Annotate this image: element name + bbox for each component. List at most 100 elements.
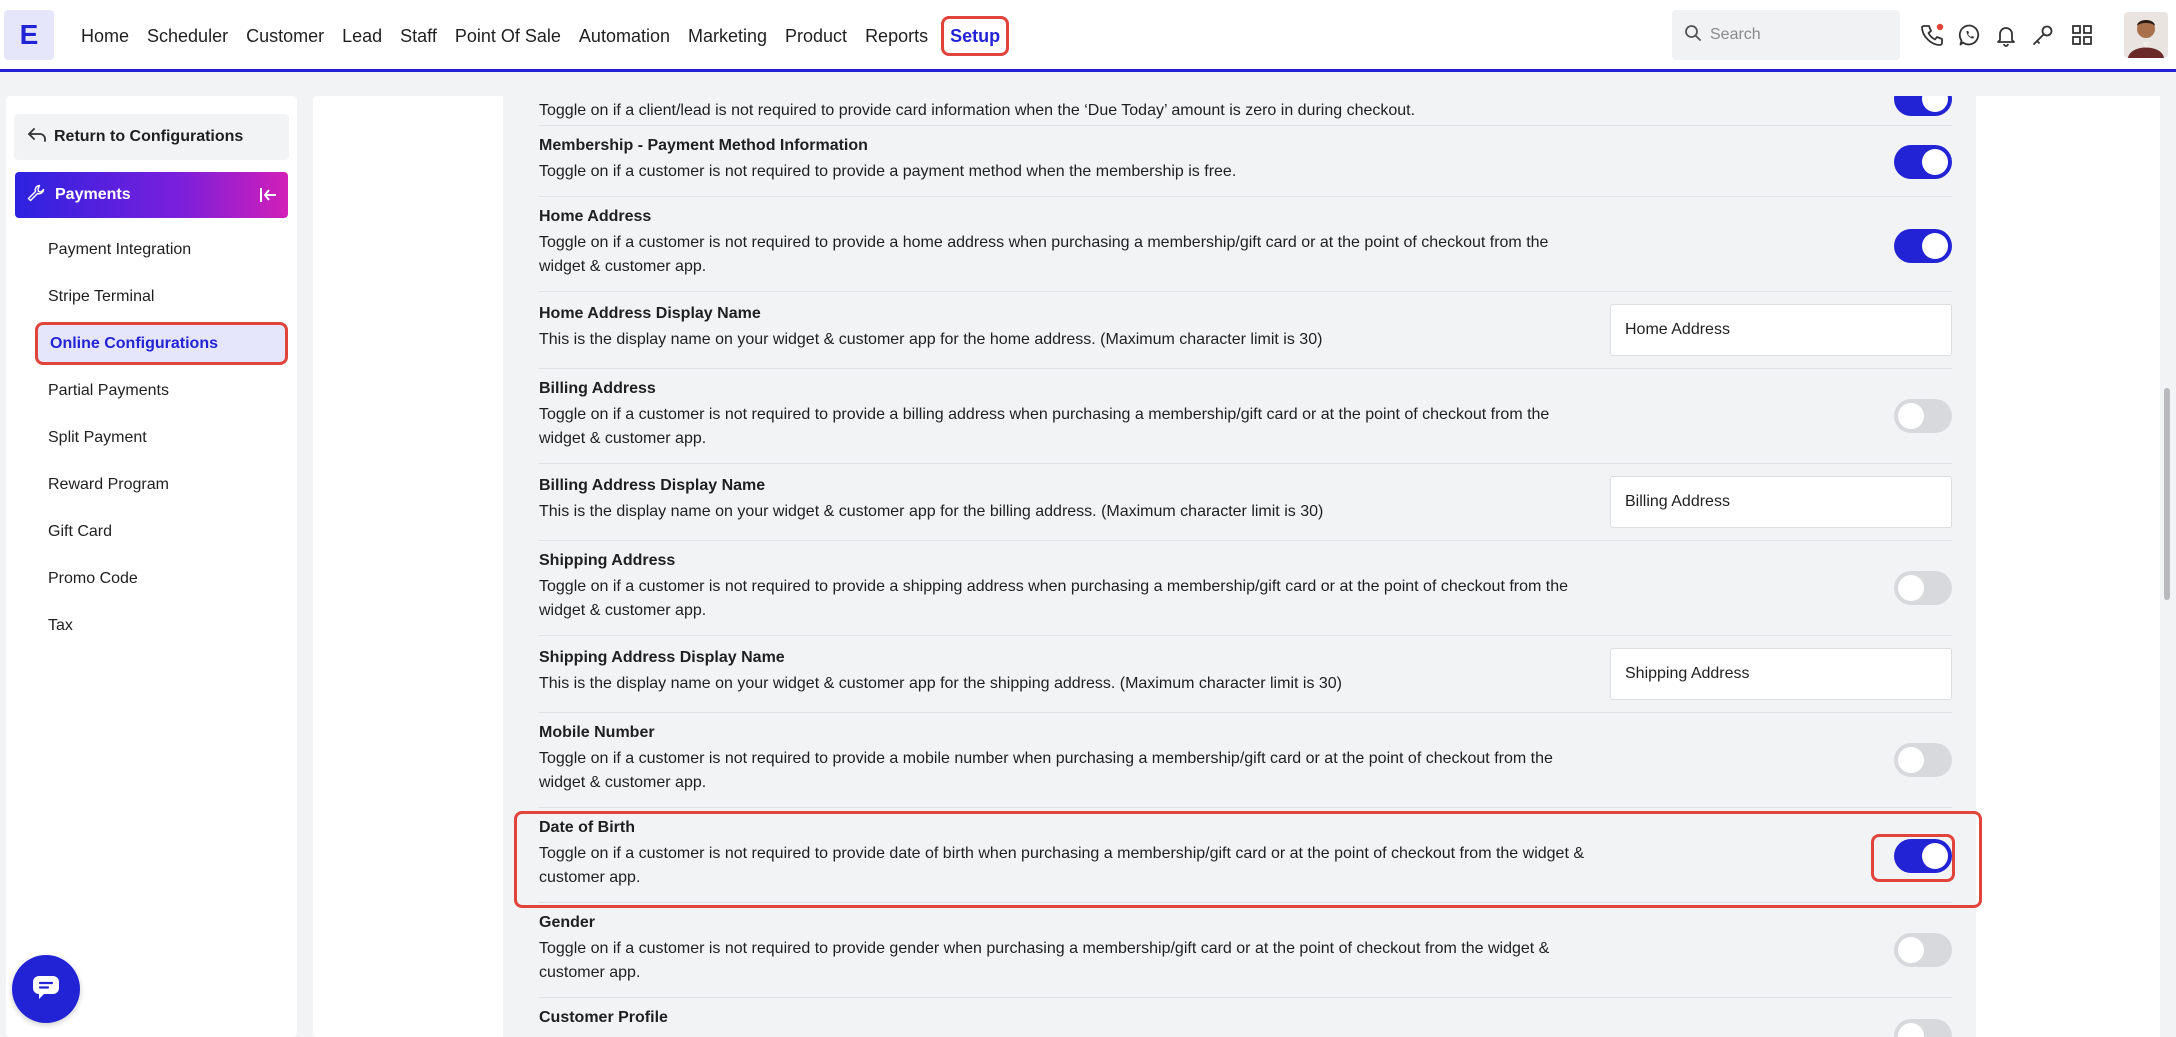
shipping-address-display-name-input[interactable] bbox=[1610, 648, 1952, 700]
setting-title: Billing Address bbox=[539, 380, 656, 397]
wrench-icon bbox=[27, 184, 45, 207]
scrollbar-thumb[interactable] bbox=[2164, 388, 2170, 600]
setting-desc: This is the display name on your widget … bbox=[539, 503, 1324, 520]
main-content: Toggle on if a client/lead is not requir… bbox=[313, 96, 2167, 1037]
setting-desc: This is the display name on your widget … bbox=[539, 331, 1323, 348]
nav-staff[interactable]: Staff bbox=[391, 16, 446, 56]
nav-setup[interactable]: Setup bbox=[941, 16, 1010, 56]
sidebar-item-split-payment[interactable]: Split Payment bbox=[6, 414, 297, 461]
setting-title: Billing Address Display Name bbox=[539, 477, 766, 494]
app-logo[interactable]: E bbox=[4, 10, 54, 60]
nav-automation[interactable]: Automation bbox=[570, 16, 679, 56]
return-to-configurations-button[interactable]: Return to Configurations bbox=[14, 114, 289, 160]
nav-marketing[interactable]: Marketing bbox=[679, 16, 776, 56]
user-avatar[interactable] bbox=[2124, 12, 2168, 58]
nav-customer[interactable]: Customer bbox=[237, 16, 333, 56]
setting-row-home-address: Home Address Toggle on if a customer is … bbox=[539, 197, 1952, 292]
sidebar-item-partial-payments[interactable]: Partial Payments bbox=[6, 367, 297, 414]
setting-row-shipping-address-display-name: Shipping Address Display Name This is th… bbox=[539, 636, 1952, 713]
setting-desc: Toggle on if a customer is not required … bbox=[539, 578, 1569, 619]
phone-icon[interactable] bbox=[1917, 20, 1947, 50]
setting-control bbox=[1894, 839, 1952, 873]
bell-icon[interactable] bbox=[1991, 20, 2021, 50]
setting-row-billing-address-display-name: Billing Address Display Name This is the… bbox=[539, 464, 1952, 541]
setting-control bbox=[1894, 145, 1952, 179]
main-nav: Home Scheduler Customer Lead Staff Point… bbox=[72, 14, 1010, 58]
setting-row-billing-address: Billing Address Toggle on if a customer … bbox=[539, 369, 1952, 464]
date-of-birth-toggle[interactable] bbox=[1894, 839, 1952, 873]
setting-control bbox=[1894, 399, 1952, 433]
billing-address-display-name-input[interactable] bbox=[1610, 476, 1952, 528]
collapse-sidebar-icon[interactable] bbox=[258, 185, 278, 205]
setting-title: Customer Profile bbox=[539, 1009, 668, 1026]
nav-product[interactable]: Product bbox=[776, 16, 856, 56]
nav-scheduler[interactable]: Scheduler bbox=[138, 16, 237, 56]
sidebar-item-promo-code[interactable]: Promo Code bbox=[6, 555, 297, 602]
setting-row-shipping-address: Shipping Address Toggle on if a customer… bbox=[539, 541, 1952, 636]
return-label: Return to Configurations bbox=[54, 128, 244, 145]
setting-control bbox=[1894, 96, 1952, 116]
setting-row-customer-profile: Customer Profile bbox=[539, 998, 1952, 1037]
sidebar-item-stripe-terminal[interactable]: Stripe Terminal bbox=[6, 273, 297, 320]
settings-list: Toggle on if a client/lead is not requir… bbox=[539, 96, 1952, 1037]
setting-row-home-address-display-name: Home Address Display Name This is the di… bbox=[539, 292, 1952, 369]
setting-desc: Toggle on if a customer is not required … bbox=[539, 163, 1237, 180]
setting-desc: Toggle on if a client/lead is not requir… bbox=[539, 102, 1416, 119]
membership-payment-toggle[interactable] bbox=[1894, 145, 1952, 179]
payments-section-label: Payments bbox=[55, 186, 131, 203]
billing-address-toggle[interactable] bbox=[1894, 399, 1952, 433]
setting-title: Mobile Number bbox=[539, 724, 655, 741]
gender-toggle[interactable] bbox=[1894, 933, 1952, 967]
setting-control bbox=[1894, 743, 1952, 777]
setting-desc: This is the display name on your widget … bbox=[539, 675, 1343, 692]
search-input[interactable] bbox=[1710, 26, 1880, 44]
setting-desc: Toggle on if a customer is not required … bbox=[539, 406, 1550, 447]
setting-control bbox=[1610, 476, 1952, 528]
nav-point-of-sale[interactable]: Point Of Sale bbox=[446, 16, 570, 56]
setting-title: Home Address bbox=[539, 208, 652, 225]
grid-icon[interactable] bbox=[2067, 20, 2097, 50]
setting-title: Date of Birth bbox=[539, 819, 635, 836]
settings-panel: Toggle on if a client/lead is not requir… bbox=[503, 96, 1976, 1037]
whatsapp-icon[interactable] bbox=[1955, 20, 1985, 50]
search-icon bbox=[1684, 24, 1702, 47]
setting-desc: Toggle on if a customer is not required … bbox=[539, 940, 1550, 981]
sidebar-item-payment-integration[interactable]: Payment Integration bbox=[6, 226, 297, 273]
sidebar-item-tax[interactable]: Tax bbox=[6, 602, 297, 649]
customer-profile-toggle[interactable] bbox=[1894, 1019, 1952, 1037]
setting-control bbox=[1610, 304, 1952, 356]
search-bar bbox=[1672, 10, 1900, 60]
sidebar: Return to Configurations Payments Paymen… bbox=[6, 96, 297, 1037]
nav-reports[interactable]: Reports bbox=[856, 16, 937, 56]
home-address-display-name-input[interactable] bbox=[1610, 304, 1952, 356]
payments-section-header[interactable]: Payments bbox=[15, 172, 288, 218]
setting-title: Shipping Address bbox=[539, 552, 676, 569]
setting-title: Shipping Address Display Name bbox=[539, 649, 785, 666]
setting-row-mobile-number: Mobile Number Toggle on if a customer is… bbox=[539, 713, 1952, 808]
back-arrow-icon bbox=[28, 127, 46, 147]
card-info-toggle[interactable] bbox=[1894, 96, 1952, 116]
setting-row-card-info: Toggle on if a client/lead is not requir… bbox=[539, 96, 1952, 126]
setting-row-membership-payment: Membership - Payment Method Information … bbox=[539, 126, 1952, 197]
setting-title: Home Address Display Name bbox=[539, 305, 761, 322]
nav-lead[interactable]: Lead bbox=[333, 16, 391, 56]
setting-control bbox=[1894, 933, 1952, 967]
setting-desc: Toggle on if a customer is not required … bbox=[539, 234, 1549, 275]
setting-row-date-of-birth: Date of Birth Toggle on if a customer is… bbox=[539, 808, 1952, 903]
setting-desc: Toggle on if a customer is not required … bbox=[539, 750, 1553, 791]
setting-control bbox=[1610, 648, 1952, 700]
sidebar-item-reward-program[interactable]: Reward Program bbox=[6, 461, 297, 508]
mobile-number-toggle[interactable] bbox=[1894, 743, 1952, 777]
setting-control bbox=[1894, 229, 1952, 263]
shipping-address-toggle[interactable] bbox=[1894, 571, 1952, 605]
sidebar-item-gift-card[interactable]: Gift Card bbox=[6, 508, 297, 555]
sidebar-item-online-configurations[interactable]: Online Configurations bbox=[35, 322, 288, 365]
top-navbar: E Home Scheduler Customer Lead Staff Poi… bbox=[0, 0, 2176, 72]
setting-title: Membership - Payment Method Information bbox=[539, 137, 868, 154]
home-address-toggle[interactable] bbox=[1894, 229, 1952, 263]
key-icon[interactable] bbox=[2028, 20, 2058, 50]
chat-icon bbox=[31, 973, 61, 1006]
sidebar-list: Payment Integration Stripe Terminal Onli… bbox=[6, 226, 297, 649]
chat-support-button[interactable] bbox=[12, 955, 80, 1023]
nav-home[interactable]: Home bbox=[72, 16, 138, 56]
